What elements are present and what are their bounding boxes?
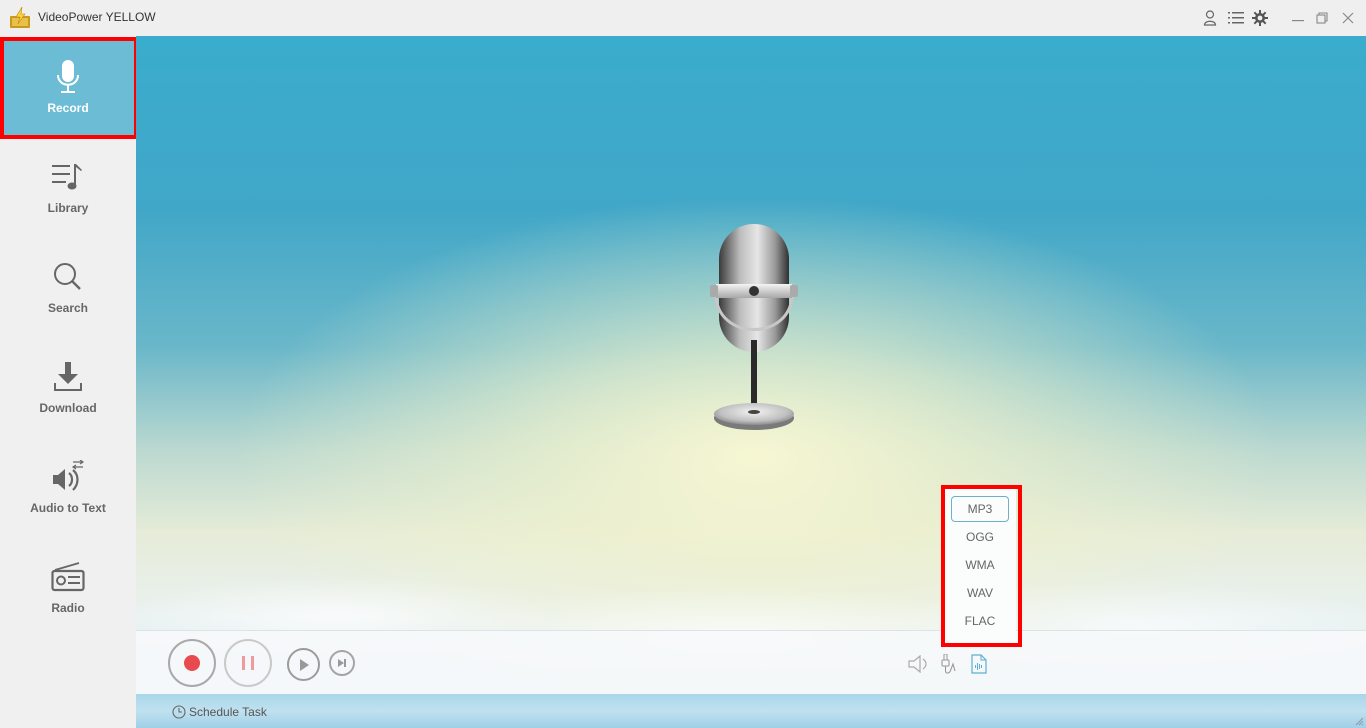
- minimize-icon[interactable]: [1288, 8, 1308, 28]
- skip-next-icon: [338, 659, 346, 667]
- clock-icon: [172, 705, 186, 719]
- status-bar: Schedule Task: [136, 694, 1366, 728]
- audio-file-icon[interactable]: [968, 653, 990, 675]
- format-option-ogg[interactable]: OGG: [951, 524, 1009, 550]
- play-button[interactable]: [287, 648, 320, 681]
- record-dot-icon: [184, 655, 200, 671]
- next-button[interactable]: [329, 650, 355, 676]
- search-icon: [50, 259, 86, 295]
- resize-grip-icon[interactable]: [1354, 716, 1364, 726]
- sidebar-item-label: Library: [47, 201, 89, 215]
- mic-input-icon[interactable]: [938, 653, 960, 675]
- main-record-panel: Schedule Task MP3 OGG WMA WAV FLAC: [136, 36, 1366, 728]
- music-list-icon: [50, 159, 86, 195]
- sidebar-item-label: Search: [47, 301, 89, 315]
- record-button[interactable]: [168, 639, 216, 687]
- format-option-wma[interactable]: WMA: [951, 552, 1009, 578]
- play-icon: [299, 658, 309, 671]
- microphone-icon: [50, 59, 86, 95]
- gear-icon[interactable]: [1250, 8, 1270, 28]
- format-option-mp3[interactable]: MP3: [951, 496, 1009, 522]
- menu-list-icon[interactable]: [1226, 8, 1246, 28]
- sidebar-item-search[interactable]: Search: [0, 239, 136, 339]
- sidebar-item-label: Radio: [51, 601, 85, 615]
- studio-microphone-illustration: [710, 224, 798, 430]
- sidebar-item-download[interactable]: Download: [0, 339, 136, 439]
- pause-button[interactable]: [224, 639, 272, 687]
- pause-icon: [242, 656, 245, 670]
- title-bar: VideoPower YELLOW: [0, 0, 1366, 36]
- app-title: VideoPower YELLOW: [38, 10, 156, 24]
- speaker-icon[interactable]: [908, 653, 930, 675]
- app-logo-icon: [10, 6, 30, 28]
- user-icon[interactable]: [1200, 8, 1220, 28]
- format-option-wav[interactable]: WAV: [951, 580, 1009, 606]
- schedule-task-button[interactable]: Schedule Task: [172, 705, 267, 719]
- format-dropdown-menu: MP3 OGG WMA WAV FLAC: [944, 489, 1016, 643]
- sidebar-item-label: Audio to Text: [30, 501, 106, 515]
- download-icon: [50, 359, 86, 395]
- control-bar: [136, 630, 1366, 694]
- schedule-task-label: Schedule Task: [189, 705, 267, 719]
- radio-icon: [50, 559, 86, 595]
- sidebar-item-label: Download: [39, 401, 97, 415]
- sidebar-item-radio[interactable]: Radio: [0, 539, 136, 639]
- sidebar-item-audio-to-text[interactable]: Audio to Text: [0, 439, 136, 539]
- sidebar-item-library[interactable]: Library: [0, 139, 136, 239]
- speaker-convert-icon: [50, 459, 86, 495]
- sidebar-item-record[interactable]: Record: [0, 39, 136, 139]
- sidebar-item-label: Record: [47, 101, 89, 115]
- restore-icon[interactable]: [1312, 8, 1332, 28]
- sidebar: Record Library Search Download Audio to …: [0, 36, 136, 728]
- format-option-flac[interactable]: FLAC: [951, 608, 1009, 634]
- close-icon[interactable]: [1338, 8, 1358, 28]
